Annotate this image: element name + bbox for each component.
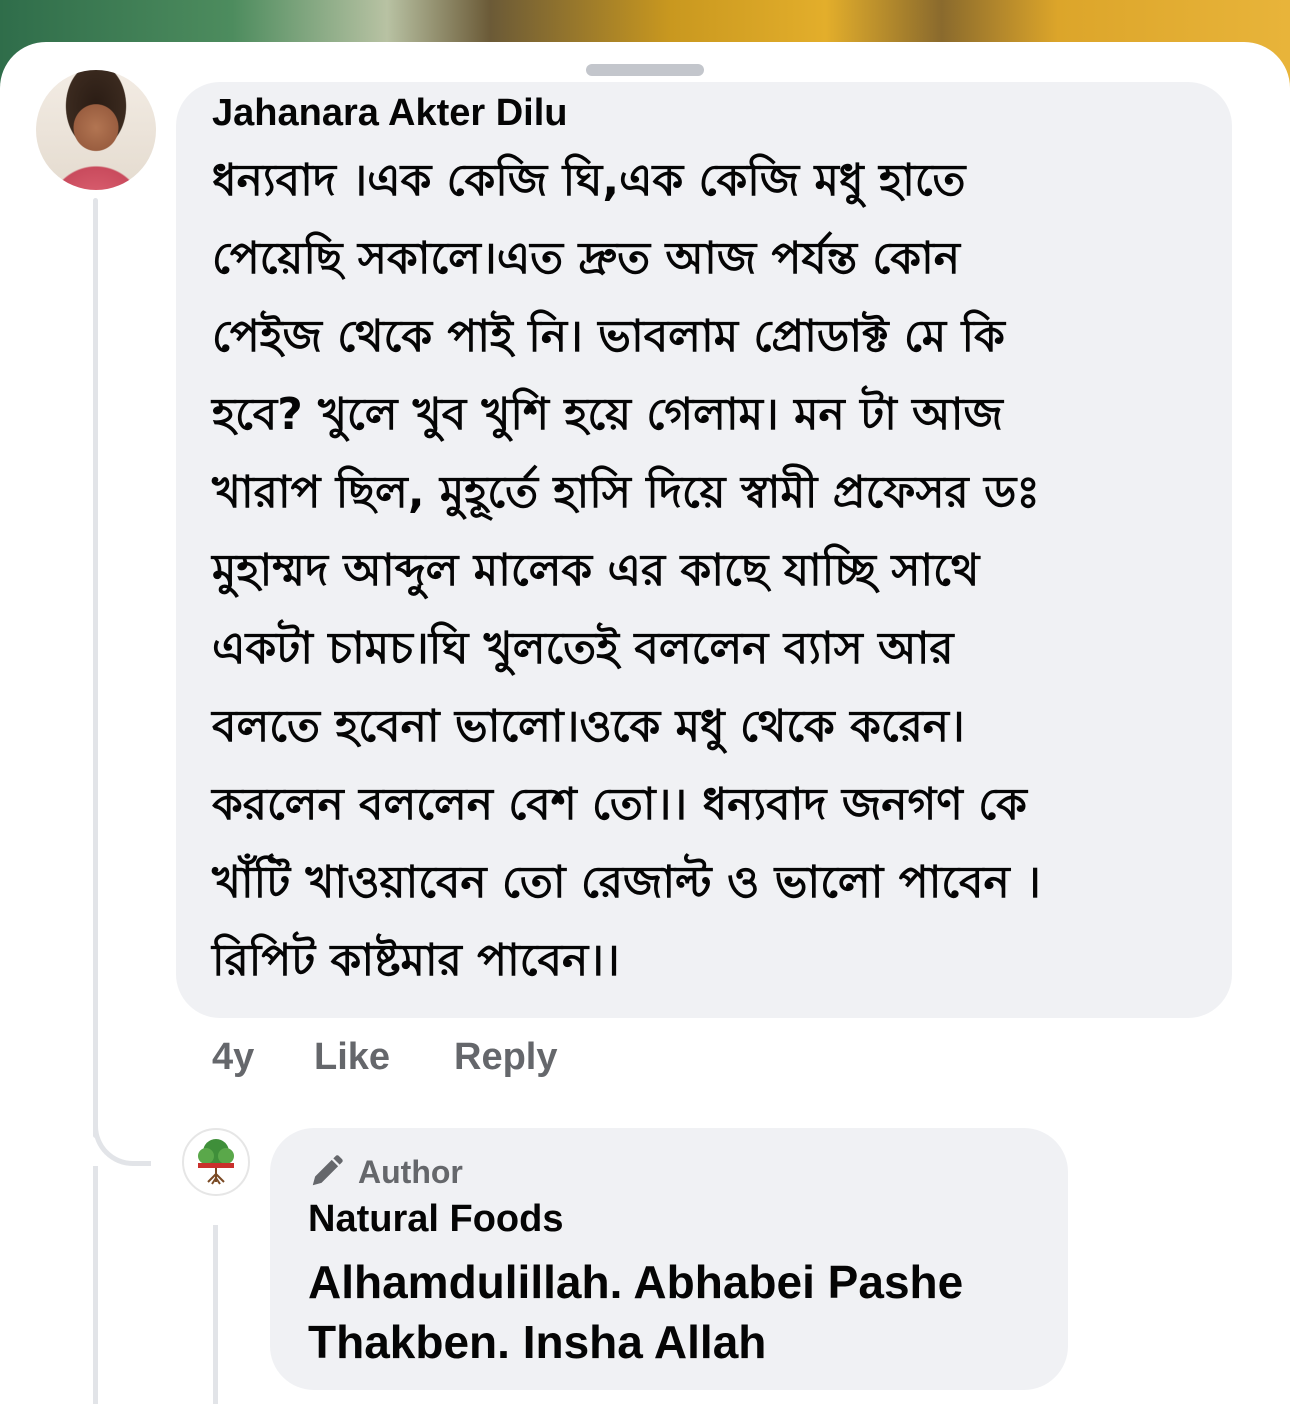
sheet-drag-handle[interactable]: [586, 64, 704, 76]
author-badge-label: Author: [358, 1154, 463, 1190]
reply-text-line: Thakben. Insha Allah: [308, 1316, 767, 1368]
thread-line: [93, 198, 98, 1138]
comment-text: ধন্যবাদ ।এক কেজি ঘি,এক কেজি মধু হাতে পেয…: [212, 142, 1212, 1000]
comment-text-line: পেয়েছি সকালে।এত দ্রুত আজ পর্যন্ত কোন: [212, 233, 961, 284]
comment-text-line: একটা চামচ।ঘি খুলতেই বললেন ব্যাস আর: [212, 623, 954, 674]
comment-text-line: মুহাম্মদ আব্দুল মালেক এর কাছে যাচ্ছি সাথ…: [212, 545, 980, 596]
reply-author-name[interactable]: Natural Foods: [308, 1198, 563, 1241]
like-button[interactable]: Like: [314, 1036, 390, 1079]
avatar[interactable]: [36, 70, 156, 190]
comment-text-line: পেইজ থেকে পাই নি। ভাবলাম প্রোডাক্ট মে কি: [212, 311, 1005, 362]
comment-text-line: খারাপ ছিল, মুহূর্তে হাসি দিয়ে স্বামী প্…: [212, 467, 1040, 518]
comment-text-line: হবে? খুলে খুব খুশি হয়ে গেলাম। মন টা আজ: [212, 389, 1003, 440]
comment-author-name[interactable]: Jahanara Akter Dilu: [212, 92, 568, 135]
comment-text-line: করলেন বললেন বেশ তো।। ধন্যবাদ জনগণ কে: [212, 779, 1027, 830]
reply-text-line: Alhamdulillah. Abhabei Pashe: [308, 1256, 964, 1308]
comment-text-line: রিপিট কাষ্টমার পাবেন।।: [212, 935, 620, 986]
reply-thread-line: [213, 1225, 218, 1404]
thread-line: [93, 1166, 98, 1404]
comment-text-line: খাঁটি খাওয়াবেন তো রেজাল্ট ও ভালো পাবেন …: [212, 857, 1041, 908]
reply-button[interactable]: Reply: [454, 1036, 557, 1079]
comment-text-line: বলতে হবেনা ভালো।ওকে মধু থেকে করেন।: [212, 701, 965, 752]
reply-text: Alhamdulillah. Abhabei Pashe Thakben. In…: [308, 1252, 1048, 1372]
comment-text-line: ধন্যবাদ ।এক কেজি ঘি,এক কেজি মধু হাতে: [212, 155, 966, 206]
comment-timestamp: 4y: [212, 1036, 255, 1078]
page-avatar[interactable]: [182, 1128, 250, 1196]
pencil-icon: [312, 1155, 343, 1186]
tree-logo-icon: [186, 1132, 246, 1192]
